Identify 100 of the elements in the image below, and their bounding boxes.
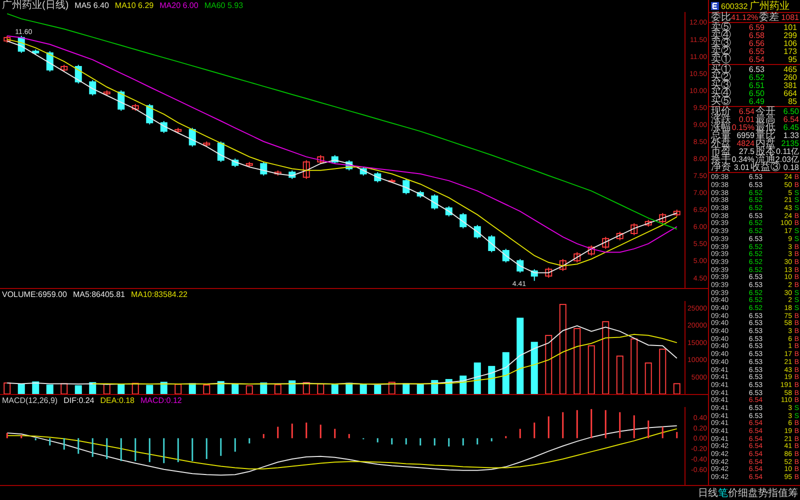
candlestick: [146, 104, 154, 125]
quote-label: 总量: [711, 132, 731, 140]
candlestick: [616, 231, 624, 241]
candlestick: [659, 212, 666, 224]
volume-bar: [4, 382, 11, 394]
volume-bar: [431, 380, 438, 394]
quote-label: 内盘: [756, 140, 776, 148]
candlestick: [374, 172, 382, 183]
view-tab[interactable]: 日线: [698, 486, 718, 500]
legend-label: MA10 6.29: [114, 1, 154, 11]
legend-label: MACD:0.12: [140, 396, 182, 406]
order-price: 6.58: [748, 32, 766, 40]
volume-bar: [103, 384, 110, 394]
stock-name: 广州药业: [750, 0, 790, 12]
quote-value: 6.50: [782, 108, 800, 116]
candlestick: [360, 166, 367, 176]
quote-value: 1.33: [782, 132, 800, 140]
candlestick: [673, 209, 680, 217]
volume-bar: [374, 384, 382, 394]
candlestick: [460, 212, 467, 229]
volume-bar: [217, 381, 224, 394]
view-tab[interactable]: 盘: [748, 486, 758, 500]
quote-label: 委比: [711, 14, 731, 22]
quote-label: 涨幅: [711, 124, 731, 132]
order-volume: 95: [787, 56, 798, 64]
volume-bar: [360, 384, 367, 394]
view-tab[interactable]: 筹: [788, 486, 798, 500]
legend-label: MACD(12,26,9): [2, 396, 58, 406]
order-label: 买②: [711, 74, 732, 82]
volume-bar: [530, 342, 538, 394]
volume-bar: [488, 366, 496, 394]
candlestick: [416, 190, 424, 198]
candlestick: [588, 244, 595, 256]
order-volume: 465: [782, 66, 798, 74]
quote-label: 最低: [756, 124, 776, 132]
order-price: 6.49: [748, 98, 766, 106]
candlestick: [545, 267, 552, 278]
candlestick: [502, 248, 510, 263]
order-price: 6.51: [748, 82, 766, 90]
order-volume: 381: [782, 82, 798, 90]
view-tab[interactable]: 价: [728, 486, 738, 500]
view-tab[interactable]: 笔: [718, 486, 728, 500]
volume-bar: [188, 383, 196, 394]
volume-bar: [630, 338, 638, 394]
candlestick: [32, 48, 40, 56]
candlestick: [445, 206, 452, 217]
candlestick: [644, 219, 652, 228]
order-price: 6.52: [748, 74, 766, 82]
order-volume: 260: [782, 74, 798, 82]
candlestick: [302, 160, 310, 180]
quote-label: 委差: [759, 14, 780, 22]
volume-bar: [402, 383, 410, 394]
volume-bar: [460, 376, 467, 394]
view-tab[interactable]: 值: [778, 486, 788, 500]
volume-bar: [317, 384, 324, 394]
view-tab[interactable]: 势: [758, 486, 768, 500]
candlestick: [574, 252, 581, 263]
volume-bar: [659, 348, 666, 394]
candlestick: [431, 194, 438, 210]
candlestick: [474, 224, 481, 240]
quote-label: 现价: [711, 108, 731, 116]
legend-label: MA10:83584.22: [130, 290, 188, 300]
candlestick: [274, 170, 282, 176]
order-label: 卖④: [711, 32, 732, 40]
volume-bar: [545, 334, 552, 394]
volume-bar: [32, 381, 40, 394]
view-tab[interactable]: 指: [768, 486, 778, 500]
quote-value: 0.15%: [731, 124, 756, 132]
candlestick: [530, 268, 538, 282]
candlestick: [559, 258, 566, 272]
volume-bar: [616, 356, 624, 394]
stock-code: 600332: [721, 2, 748, 10]
order-price: 6.55: [748, 48, 766, 56]
order-price: 6.59: [748, 24, 766, 32]
volume-bar: [416, 384, 424, 394]
quote-value: 1081: [780, 14, 800, 22]
quote-value: 3.01: [732, 164, 750, 172]
legend-label: DEA:0.18: [100, 396, 135, 406]
volume-bar: [274, 384, 282, 394]
volume-bar: [288, 380, 296, 394]
quote-value: 0.18: [782, 164, 800, 172]
volume-bar: [132, 382, 139, 394]
candlestick: [331, 154, 338, 164]
candlestick: [516, 258, 524, 274]
legend-label: MA5 6.40: [74, 1, 109, 11]
volume-bar: [474, 362, 481, 394]
candlestick: [217, 140, 224, 162]
candlestick: [488, 234, 496, 253]
order-volume: 664: [782, 90, 798, 98]
quote-value: 0.11亿: [776, 148, 800, 156]
candlestick: [60, 64, 68, 72]
quote-label: 最高: [756, 116, 776, 124]
legend-label: MA5:86405.81: [72, 290, 125, 300]
candlestick: [4, 35, 11, 44]
order-label: 买⑤: [711, 98, 732, 106]
order-label: 卖②: [711, 48, 732, 56]
volume-bar: [60, 383, 68, 394]
view-tab[interactable]: 细: [738, 486, 748, 500]
candlestick: [346, 160, 353, 171]
legend-label: MA20 6.00: [160, 1, 198, 11]
